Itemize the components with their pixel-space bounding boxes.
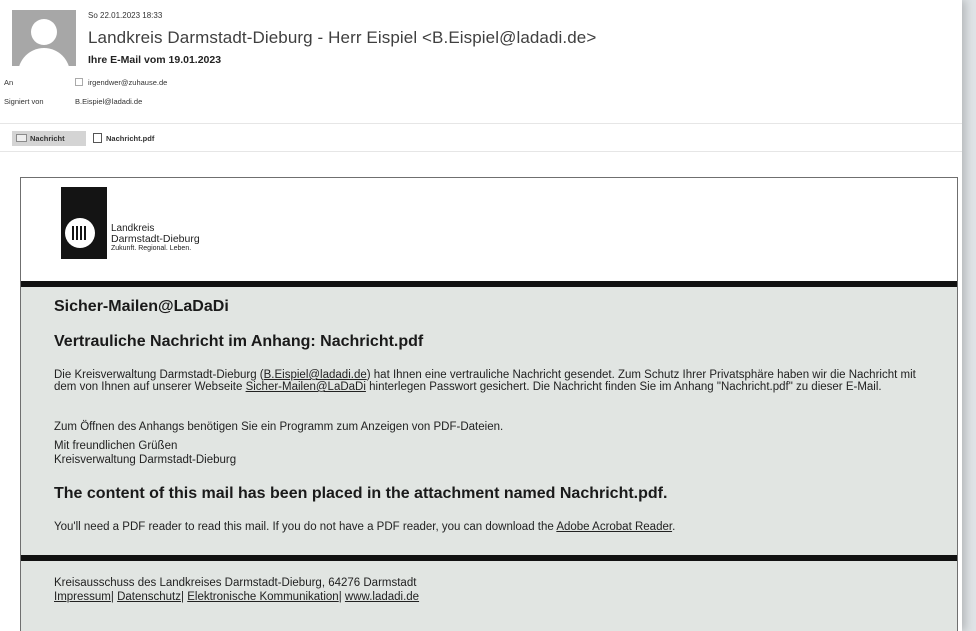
impressum-link[interactable]: Impressum: [54, 591, 111, 603]
to-value: irgendwer@zuhause.de: [88, 78, 168, 87]
message-title: Vertrauliche Nachricht im Anhang: Nachri…: [54, 333, 424, 350]
paragraph-2: Zum Öffnen des Anhangs benötigen Sie ein…: [54, 421, 504, 433]
sender-avatar: [12, 10, 76, 66]
sender-email-link[interactable]: B.Eispiel@ladadi.de: [264, 369, 367, 381]
footer-separator: |: [181, 591, 185, 603]
datenschutz-link[interactable]: Datenschutz: [117, 591, 181, 603]
email-window: So 22.01.2023 18:33 Landkreis Darmstadt-…: [0, 0, 962, 631]
email-subject: Ihre E-Mail vom 19.01.2023: [88, 54, 222, 66]
para1-text-a: Die Kreisverwaltung Darmstadt-Dieburg (: [54, 369, 264, 381]
website-link[interactable]: www.ladadi.de: [345, 591, 419, 603]
pdf-file-icon: [93, 133, 102, 144]
brand-heading: Sicher-Mailen@LaDaDi: [54, 298, 229, 315]
envelope-icon: [16, 134, 27, 143]
ladadi-logo: [61, 187, 107, 259]
english-paragraph: You'll need a PDF reader to read this ma…: [54, 521, 934, 533]
sicher-mailen-link[interactable]: Sicher-Mailen@LaDaDi: [246, 381, 366, 393]
greeting-2: Kreisverwaltung Darmstadt-Dieburg: [54, 454, 237, 466]
logo-emblem-icon: [65, 218, 95, 248]
footer-links: Impressum| Datenschutz| Elektronische Ko…: [54, 591, 419, 603]
attachment-pdf[interactable]: Nachricht.pdf: [93, 131, 154, 146]
elektronische-kommunikation-link[interactable]: Elektronische Kommunikation: [187, 591, 339, 603]
para1-text-c: hinterlegen Passwort gesichert. Die Nach…: [365, 381, 882, 393]
header-divider: [0, 123, 962, 124]
paragraph-1: Die Kreisverwaltung Darmstadt-Dieburg (B…: [54, 369, 934, 393]
message-tab-label: Nachricht: [30, 134, 65, 143]
greeting-1: Mit freundlichen Grüßen: [54, 440, 178, 452]
message-tab[interactable]: Nachricht: [12, 131, 86, 146]
attachments-divider: [0, 151, 962, 152]
acrobat-reader-link[interactable]: Adobe Acrobat Reader: [556, 521, 672, 533]
logo-line-3: Zukunft. Regional. Leben.: [111, 245, 192, 252]
footer-separator: |: [338, 591, 342, 603]
footer-separator: |: [110, 591, 114, 603]
recipient-checkbox-icon: [75, 78, 83, 87]
english-heading: The content of this mail has been placed…: [54, 485, 668, 502]
en-text-a: You'll need a PDF reader to read this ma…: [54, 521, 557, 533]
signed-by-label: Signiert von: [4, 97, 44, 106]
en-text-b: .: [672, 521, 676, 533]
logo-text: Landkreis Darmstadt-Dieburg Zukunft. Reg…: [111, 224, 200, 254]
logo-line-2: Darmstadt-Dieburg: [111, 233, 200, 245]
footer-address: Kreisausschuss des Landkreises Darmstadt…: [54, 577, 417, 589]
email-date: So 22.01.2023 18:33: [88, 11, 163, 20]
attachment-pdf-label: Nachricht.pdf: [106, 134, 155, 143]
message-body: Landkreis Darmstadt-Dieburg Zukunft. Reg…: [20, 177, 958, 631]
to-recipient[interactable]: irgendwer@zuhause.de: [75, 78, 167, 87]
email-sender[interactable]: Landkreis Darmstadt-Dieburg - Herr Eispi…: [88, 28, 596, 48]
signed-by-value: B.Eispiel@ladadi.de: [75, 97, 143, 106]
to-label: An: [4, 78, 14, 87]
